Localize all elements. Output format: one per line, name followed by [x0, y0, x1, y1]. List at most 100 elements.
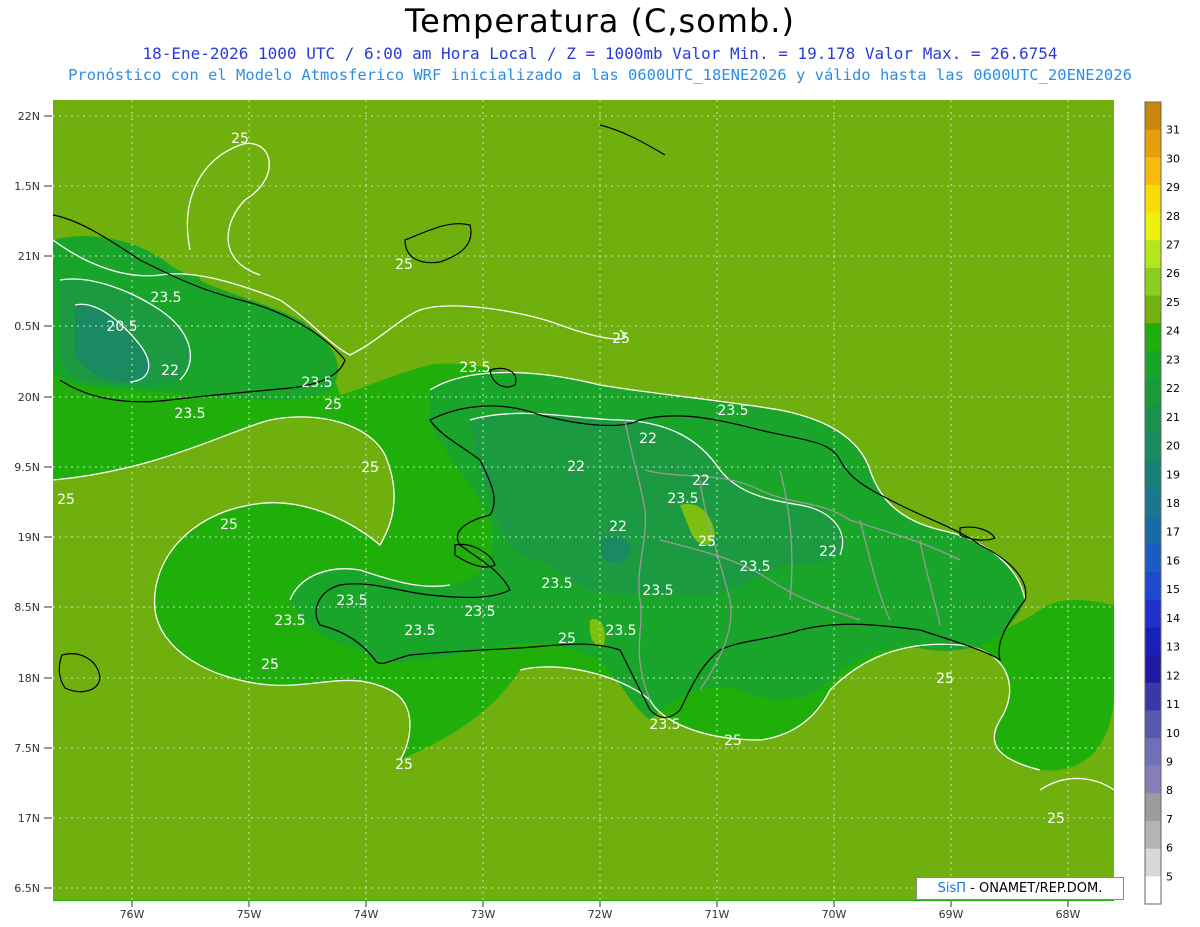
- colorbar-label: 11: [1166, 698, 1180, 711]
- colorbar-swatch: [1145, 240, 1161, 269]
- contour-label: 22: [567, 459, 585, 475]
- colorbar-swatch: [1145, 406, 1161, 435]
- contour-label: 25: [1047, 811, 1065, 827]
- colorbar-label: 10: [1166, 727, 1180, 740]
- lon-tick-label: 76W: [120, 908, 145, 921]
- lat-tick-label: 21N: [18, 250, 40, 263]
- colorbar-swatch: [1145, 682, 1161, 711]
- lat-tick-label: 1.5N: [14, 180, 40, 193]
- contour-label: 25: [395, 757, 413, 773]
- colorbar-label: 7: [1166, 813, 1173, 826]
- lat-tick-label: 8.5N: [14, 601, 40, 614]
- lat-tick-label: 19N: [18, 531, 40, 544]
- lat-tick-label: 6.5N: [14, 882, 40, 895]
- lat-tick-label: 0.5N: [14, 320, 40, 333]
- colorbar-label: 30: [1166, 152, 1180, 165]
- contour-label: 23.5: [649, 717, 680, 733]
- map-overlay: 22N 1.5N 21N 0.5N 20N 9.5N 19N 8.5N 18N 7.5N 17N 6.…: [14, 101, 1180, 921]
- colorbar-swatch: [1145, 461, 1161, 490]
- colorbar-swatch: [1145, 433, 1161, 463]
- contour-label: 22: [609, 519, 627, 535]
- contour-label: 25: [558, 631, 576, 647]
- colorbar-label: 19: [1166, 468, 1180, 481]
- contour-label: 25: [261, 657, 279, 673]
- colorbar-label: 13: [1166, 641, 1180, 654]
- lat-tick-label: 20N: [18, 391, 40, 404]
- colorbar-label: 16: [1166, 554, 1180, 567]
- contour-label: 23.5: [541, 576, 572, 592]
- colorbar-swatch: [1145, 599, 1161, 628]
- lon-tick-label: 71W: [705, 908, 730, 921]
- colorbar-swatch: [1145, 655, 1161, 684]
- contour-label: 23.5: [301, 375, 332, 391]
- colorbar-swatch: [1145, 793, 1161, 822]
- colorbar-swatch: [1145, 544, 1161, 573]
- colorbar-swatch: [1145, 848, 1161, 877]
- colorbar-label: 24: [1166, 325, 1180, 338]
- contour-label: 23.5: [717, 403, 748, 419]
- colorbar-swatch: [1145, 489, 1161, 518]
- colorbar-label: 15: [1166, 583, 1180, 596]
- colorbar-label: 8: [1166, 784, 1173, 797]
- contour-label: 22: [692, 473, 710, 489]
- lon-tick-label: 74W: [354, 908, 379, 921]
- credit-box: SisΠ - ONAMET/REP.DOM.: [916, 877, 1124, 900]
- lon-tick-label: 75W: [237, 908, 262, 921]
- colorbar-swatch: [1145, 876, 1161, 905]
- colorbar-label: 26: [1166, 267, 1180, 280]
- lon-tick-label: 72W: [588, 908, 613, 921]
- colorbar-label: 9: [1166, 755, 1173, 768]
- contour-label: 23.5: [150, 290, 181, 306]
- contour-label: 23.5: [739, 559, 770, 575]
- contour-label: 22: [161, 363, 179, 379]
- colorbar-swatch: [1145, 129, 1161, 158]
- contour-label: 22: [639, 431, 657, 447]
- lon-tick-label: 73W: [471, 908, 496, 921]
- colorbar-label: 29: [1166, 181, 1180, 194]
- colorbar-swatch: [1145, 516, 1161, 545]
- contour-label: 25: [361, 460, 379, 476]
- colorbar-swatch: [1145, 738, 1161, 767]
- credit-brand: SisΠ: [937, 881, 967, 896]
- contour-label: 25: [220, 517, 238, 533]
- colorbar-label: 27: [1166, 239, 1180, 252]
- colorbar-swatch: [1145, 267, 1161, 297]
- colorbar-label: 5: [1166, 870, 1173, 883]
- lon-tick-label: 69W: [939, 908, 964, 921]
- colorbar-label: 17: [1166, 526, 1180, 539]
- contour-label: 25: [936, 671, 954, 687]
- contour-label: 23.5: [336, 593, 367, 609]
- lat-tick-label: 17N: [18, 812, 40, 825]
- colorbar-label: 14: [1166, 612, 1180, 625]
- contour-label: 25: [57, 492, 75, 508]
- colorbar-swatch: [1145, 295, 1161, 324]
- lat-tick-label: 22N: [18, 110, 40, 123]
- colorbar-swatch: [1145, 102, 1161, 131]
- contour-label: 22: [819, 544, 837, 560]
- contour-label: 23.5: [459, 360, 490, 376]
- colorbar-label: 18: [1166, 497, 1180, 510]
- contour-label: 25: [231, 131, 249, 147]
- colorbar-label: 21: [1166, 411, 1180, 424]
- contour-label: 25: [724, 733, 742, 749]
- contour-label: 23.5: [605, 623, 636, 639]
- colorbar-swatch: [1145, 157, 1161, 186]
- lat-tick-label: 7.5N: [14, 742, 40, 755]
- colorbar-swatch: [1145, 212, 1161, 241]
- colorbar-label: 25: [1166, 296, 1180, 309]
- lon-tick-label: 70W: [822, 908, 847, 921]
- colorbar-swatch: [1145, 184, 1161, 214]
- colorbar-label: 12: [1166, 669, 1180, 682]
- colorbar-label: 20: [1166, 440, 1180, 453]
- colorbar-label: 31: [1166, 124, 1180, 137]
- colorbar-swatch: [1145, 378, 1161, 407]
- contour-label: 23.5: [174, 406, 205, 422]
- lat-tick-label: 18N: [18, 672, 40, 685]
- colorbar-swatch: [1145, 821, 1161, 850]
- contour-label: 25: [698, 534, 716, 550]
- contour-label: 23.5: [404, 623, 435, 639]
- contour-label: 23.5: [464, 604, 495, 620]
- colorbar-swatch: [1145, 710, 1161, 739]
- colorbar-swatch: [1145, 350, 1161, 380]
- contour-label: 25: [612, 331, 630, 347]
